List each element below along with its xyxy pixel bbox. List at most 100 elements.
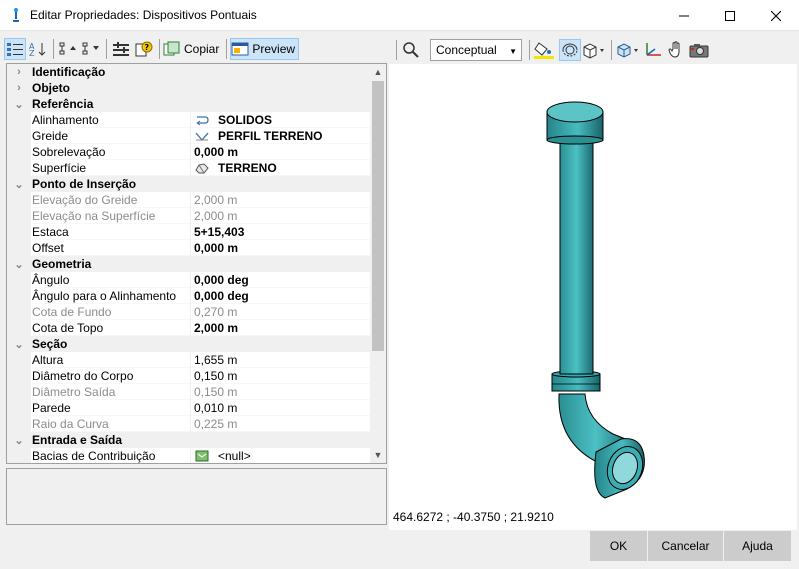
camera-button[interactable] bbox=[688, 39, 710, 61]
property-value[interactable]: 0,270 m bbox=[191, 304, 371, 320]
property-grid-scrollbar[interactable]: ▲ ▼ bbox=[370, 64, 386, 463]
maximize-button[interactable] bbox=[707, 0, 753, 31]
property-row[interactable]: Altura 1,655 m bbox=[7, 351, 371, 368]
property-value[interactable]: 0,000 deg bbox=[191, 288, 371, 304]
property-value[interactable]: 2,000 m bbox=[191, 192, 371, 208]
property-row[interactable]: Alinhamento SOLIDOS bbox=[7, 111, 371, 128]
property-value[interactable]: 1,655 m bbox=[191, 352, 371, 368]
property-row[interactable]: Sobrelevação 0,000 m bbox=[7, 143, 371, 160]
property-row[interactable]: Bacias de Contribuição <null> bbox=[7, 447, 371, 464]
property-row[interactable]: Ângulo para o Alinhamento 0,000 deg bbox=[7, 287, 371, 304]
help-query-button[interactable]: ? bbox=[133, 38, 155, 60]
toolbar-separator bbox=[226, 39, 228, 59]
help-query-icon: ? bbox=[135, 41, 153, 57]
scroll-up-arrow[interactable]: ▲ bbox=[370, 64, 386, 80]
property-grid[interactable]: › Identificação › Objeto ⌄ Referência Alinhame… bbox=[6, 63, 387, 464]
alphabetical-button[interactable]: A Z bbox=[27, 38, 49, 60]
cancel-button[interactable]: Cancelar bbox=[648, 531, 723, 561]
property-row[interactable]: Parede 0,010 m bbox=[7, 399, 371, 416]
category-row[interactable]: ⌄ Seção bbox=[7, 336, 371, 352]
expand-chevron-icon[interactable]: › bbox=[7, 80, 31, 96]
pan-button[interactable] bbox=[665, 39, 687, 61]
categorized-icon bbox=[7, 43, 23, 56]
property-row[interactable]: Cota de Topo 2,000 m bbox=[7, 319, 371, 336]
category-row[interactable]: › Objeto bbox=[7, 80, 371, 96]
toolbar-separator bbox=[529, 40, 530, 60]
category-row[interactable]: ⌄ Geometria bbox=[7, 256, 371, 272]
pipe-model bbox=[546, 101, 645, 499]
property-value[interactable]: 0,150 m bbox=[191, 368, 371, 384]
property-value[interactable]: PERFIL TERRENO bbox=[191, 128, 371, 144]
category-row[interactable]: ⌄ Entrada e Saída bbox=[7, 432, 371, 448]
collapse-chevron-icon[interactable]: ⌄ bbox=[7, 176, 31, 192]
property-row[interactable]: Estaca 5+15,403 bbox=[7, 223, 371, 240]
toolbar-separator bbox=[159, 39, 160, 59]
property-value[interactable]: 0,225 m bbox=[191, 416, 371, 432]
property-name: Greide bbox=[31, 127, 191, 144]
orbit-button[interactable] bbox=[559, 39, 581, 61]
property-row[interactable]: Offset 0,000 m bbox=[7, 239, 371, 256]
ok-button[interactable]: OK bbox=[590, 531, 647, 561]
scroll-down-arrow[interactable]: ▼ bbox=[370, 447, 386, 463]
property-value[interactable]: 0,000 m bbox=[191, 240, 371, 256]
property-value[interactable]: TERRENO bbox=[191, 160, 371, 176]
property-value-text: 0,000 m bbox=[194, 240, 239, 255]
visual-style-dropdown[interactable]: Conceptual ▼ bbox=[430, 39, 522, 61]
row-gutter bbox=[7, 111, 31, 128]
property-row[interactable]: Elevação do Greide 2,000 m bbox=[7, 191, 371, 208]
close-icon bbox=[771, 10, 781, 21]
preview-button[interactable]: Preview bbox=[230, 38, 300, 60]
property-row[interactable]: Greide PERFIL TERRENO bbox=[7, 127, 371, 144]
expand-chevron-icon[interactable]: › bbox=[7, 64, 31, 80]
property-row[interactable]: Superfície TERRENO bbox=[7, 159, 371, 176]
toolbar-separator bbox=[611, 40, 612, 60]
view-presets-button[interactable] bbox=[615, 39, 641, 61]
property-value-text: <null> bbox=[218, 448, 251, 463]
property-value[interactable]: SOLIDOS bbox=[191, 112, 371, 128]
ucs-button[interactable] bbox=[642, 39, 664, 61]
property-name: Diâmetro Saída bbox=[31, 383, 191, 400]
property-value[interactable]: 0,000 m bbox=[191, 144, 371, 160]
collapse-tree-icon bbox=[82, 42, 99, 55]
categorized-button[interactable] bbox=[4, 38, 26, 60]
collapse-chevron-icon[interactable]: ⌄ bbox=[7, 256, 31, 272]
property-value[interactable]: <null> bbox=[191, 448, 371, 464]
close-button[interactable] bbox=[753, 0, 799, 31]
property-row[interactable]: Ângulo 0,000 deg bbox=[7, 271, 371, 288]
property-value-text: 1,655 m bbox=[194, 352, 238, 367]
property-value[interactable]: 2,000 m bbox=[191, 208, 371, 224]
property-row[interactable]: Diâmetro Saída 0,150 m bbox=[7, 383, 371, 400]
row-gutter bbox=[7, 271, 31, 288]
property-row[interactable]: Diâmetro do Corpo 0,150 m bbox=[7, 367, 371, 384]
category-row[interactable]: ⌄ Referência bbox=[7, 96, 371, 112]
chevron-down-icon: ▼ bbox=[509, 47, 517, 56]
category-row[interactable]: › Identificação bbox=[7, 64, 371, 80]
properties-pages-button[interactable] bbox=[110, 38, 132, 60]
background-color-button[interactable] bbox=[533, 39, 555, 61]
copy-button[interactable]: Copiar bbox=[163, 38, 222, 60]
collapse-chevron-icon[interactable]: ⌄ bbox=[7, 432, 31, 448]
property-row[interactable]: Cota de Fundo 0,270 m bbox=[7, 303, 371, 320]
toolbar-separator bbox=[396, 40, 397, 60]
copy-label: Copiar bbox=[184, 42, 220, 56]
property-row[interactable]: Elevação na Superfície 2,000 m bbox=[7, 207, 371, 224]
property-row[interactable]: Raio da Curva 0,225 m bbox=[7, 415, 371, 432]
collapse-chevron-icon[interactable]: ⌄ bbox=[7, 96, 31, 112]
minimize-button[interactable] bbox=[661, 0, 707, 31]
property-value[interactable]: 0,010 m bbox=[191, 400, 371, 416]
collapse-chevron-icon[interactable]: ⌄ bbox=[7, 336, 31, 352]
3d-preview-viewport[interactable]: 464.6272 ; -40.3750 ; 21.9210 bbox=[389, 64, 797, 530]
property-value[interactable]: 5+15,403 bbox=[191, 224, 371, 240]
property-value-text: 0,010 m bbox=[194, 400, 238, 415]
zoom-button[interactable] bbox=[400, 39, 422, 61]
property-value[interactable]: 2,000 m bbox=[191, 320, 371, 336]
collapse-all-button[interactable] bbox=[80, 38, 102, 60]
property-value[interactable]: 0,150 m bbox=[191, 384, 371, 400]
view-cube-button[interactable] bbox=[581, 39, 607, 61]
property-value[interactable]: 0,000 deg bbox=[191, 272, 371, 288]
scroll-thumb[interactable] bbox=[372, 81, 384, 351]
help-button[interactable]: Ajuda bbox=[724, 531, 791, 561]
row-gutter bbox=[7, 319, 31, 336]
category-row[interactable]: ⌄ Ponto de Inserção bbox=[7, 176, 371, 192]
expand-all-button[interactable] bbox=[57, 38, 79, 60]
